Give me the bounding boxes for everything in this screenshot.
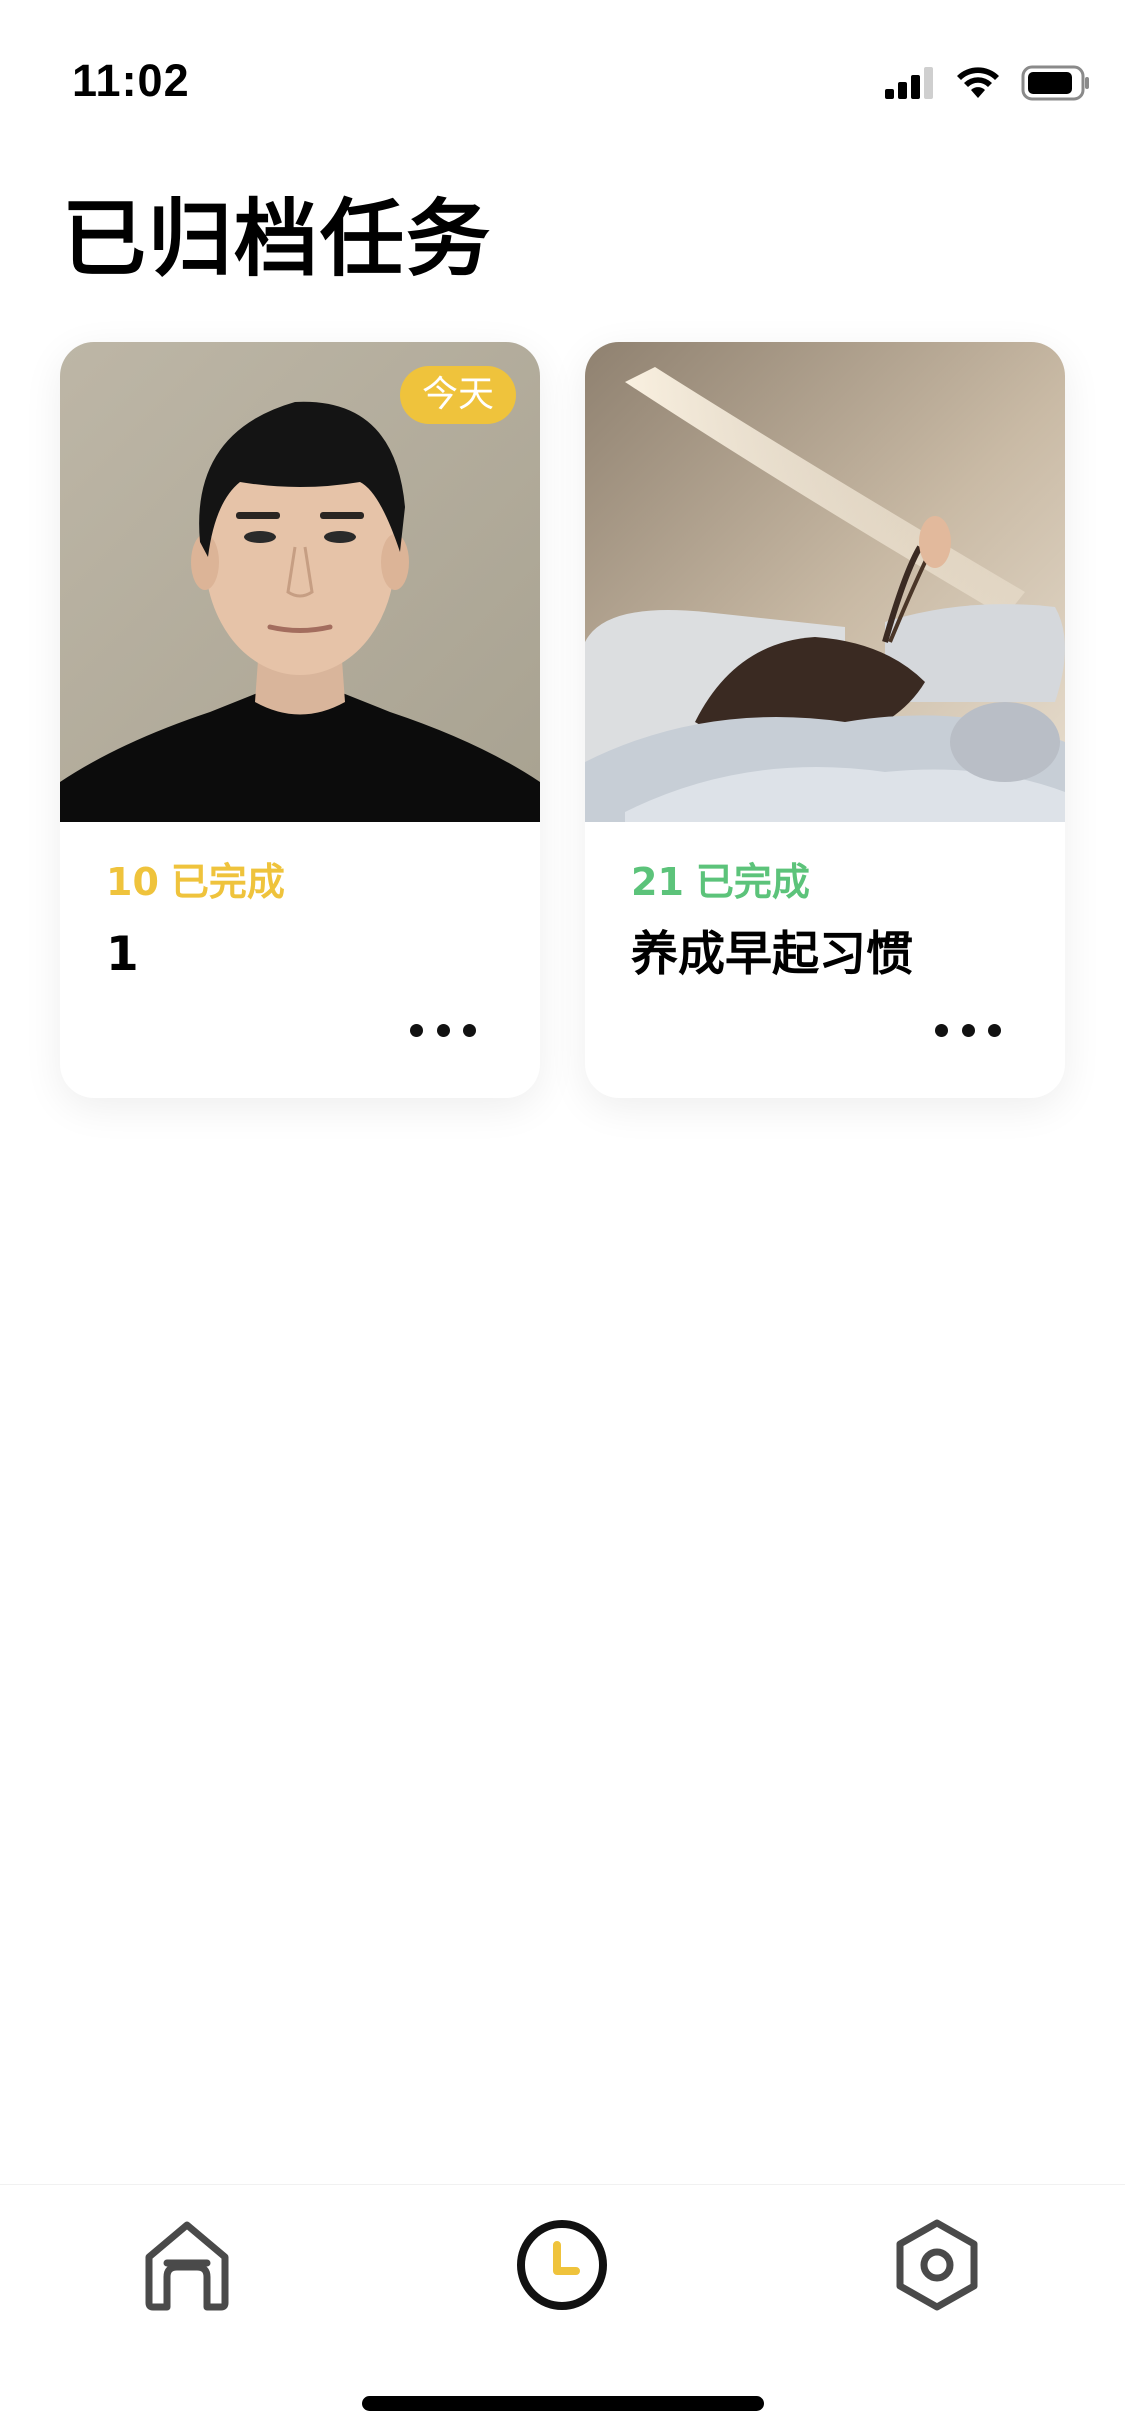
task-title: 养成早起习惯 — [631, 927, 913, 982]
wifi-icon — [957, 67, 999, 98]
more-dot-icon — [988, 1023, 1001, 1037]
completed-count-label: 已完成 — [170, 860, 285, 904]
completed-count: 21 已完成 — [631, 854, 1025, 910]
hexagon-settings-icon — [896, 2219, 978, 2311]
cellular-signal-icon — [885, 67, 933, 99]
tab-home[interactable] — [137, 2215, 237, 2315]
more-dot-icon — [463, 1023, 476, 1037]
completed-count-number: 21 — [631, 860, 684, 904]
more-options-button[interactable] — [935, 1020, 1001, 1040]
status-icons — [885, 60, 1091, 106]
tab-settings[interactable] — [887, 2215, 987, 2315]
more-dot-icon — [961, 1023, 975, 1037]
task-card[interactable]: 今天 10 已完成 1 — [60, 342, 540, 1098]
completed-count: 10 已完成 — [106, 854, 500, 910]
completed-count-label: 已完成 — [695, 860, 810, 904]
more-options-button[interactable] — [410, 1020, 476, 1040]
card-body: 21 已完成 养成早起习惯 — [631, 854, 1025, 990]
today-badge: 今天 — [399, 366, 516, 424]
portrait-photo: 今天 — [60, 342, 540, 822]
status-bar: 11:02 — [0, 0, 1125, 140]
more-dot-icon — [935, 1023, 948, 1037]
screen: 11:02 已归档任务 今天 10 已完成 1 21 已完成 养成早起习惯 — [0, 0, 1125, 2436]
status-time: 11:02 — [72, 55, 190, 106]
bedroom-photo — [585, 342, 1065, 822]
home-icon — [145, 2221, 229, 2311]
battery-icon — [1021, 65, 1089, 101]
clock-icon — [517, 2220, 607, 2310]
task-card[interactable]: 21 已完成 养成早起习惯 — [585, 342, 1065, 1098]
more-dot-icon — [410, 1023, 423, 1037]
archived-task-list: 今天 10 已完成 1 21 已完成 养成早起习惯 — [60, 342, 1065, 1098]
tab-archive[interactable] — [512, 2215, 612, 2315]
more-dot-icon — [436, 1023, 450, 1037]
home-indicator — [362, 2396, 764, 2411]
page-title: 已归档任务 — [62, 190, 493, 288]
completed-count-number: 10 — [106, 860, 159, 904]
card-body: 10 已完成 1 — [106, 854, 500, 990]
task-title: 1 — [106, 927, 139, 982]
